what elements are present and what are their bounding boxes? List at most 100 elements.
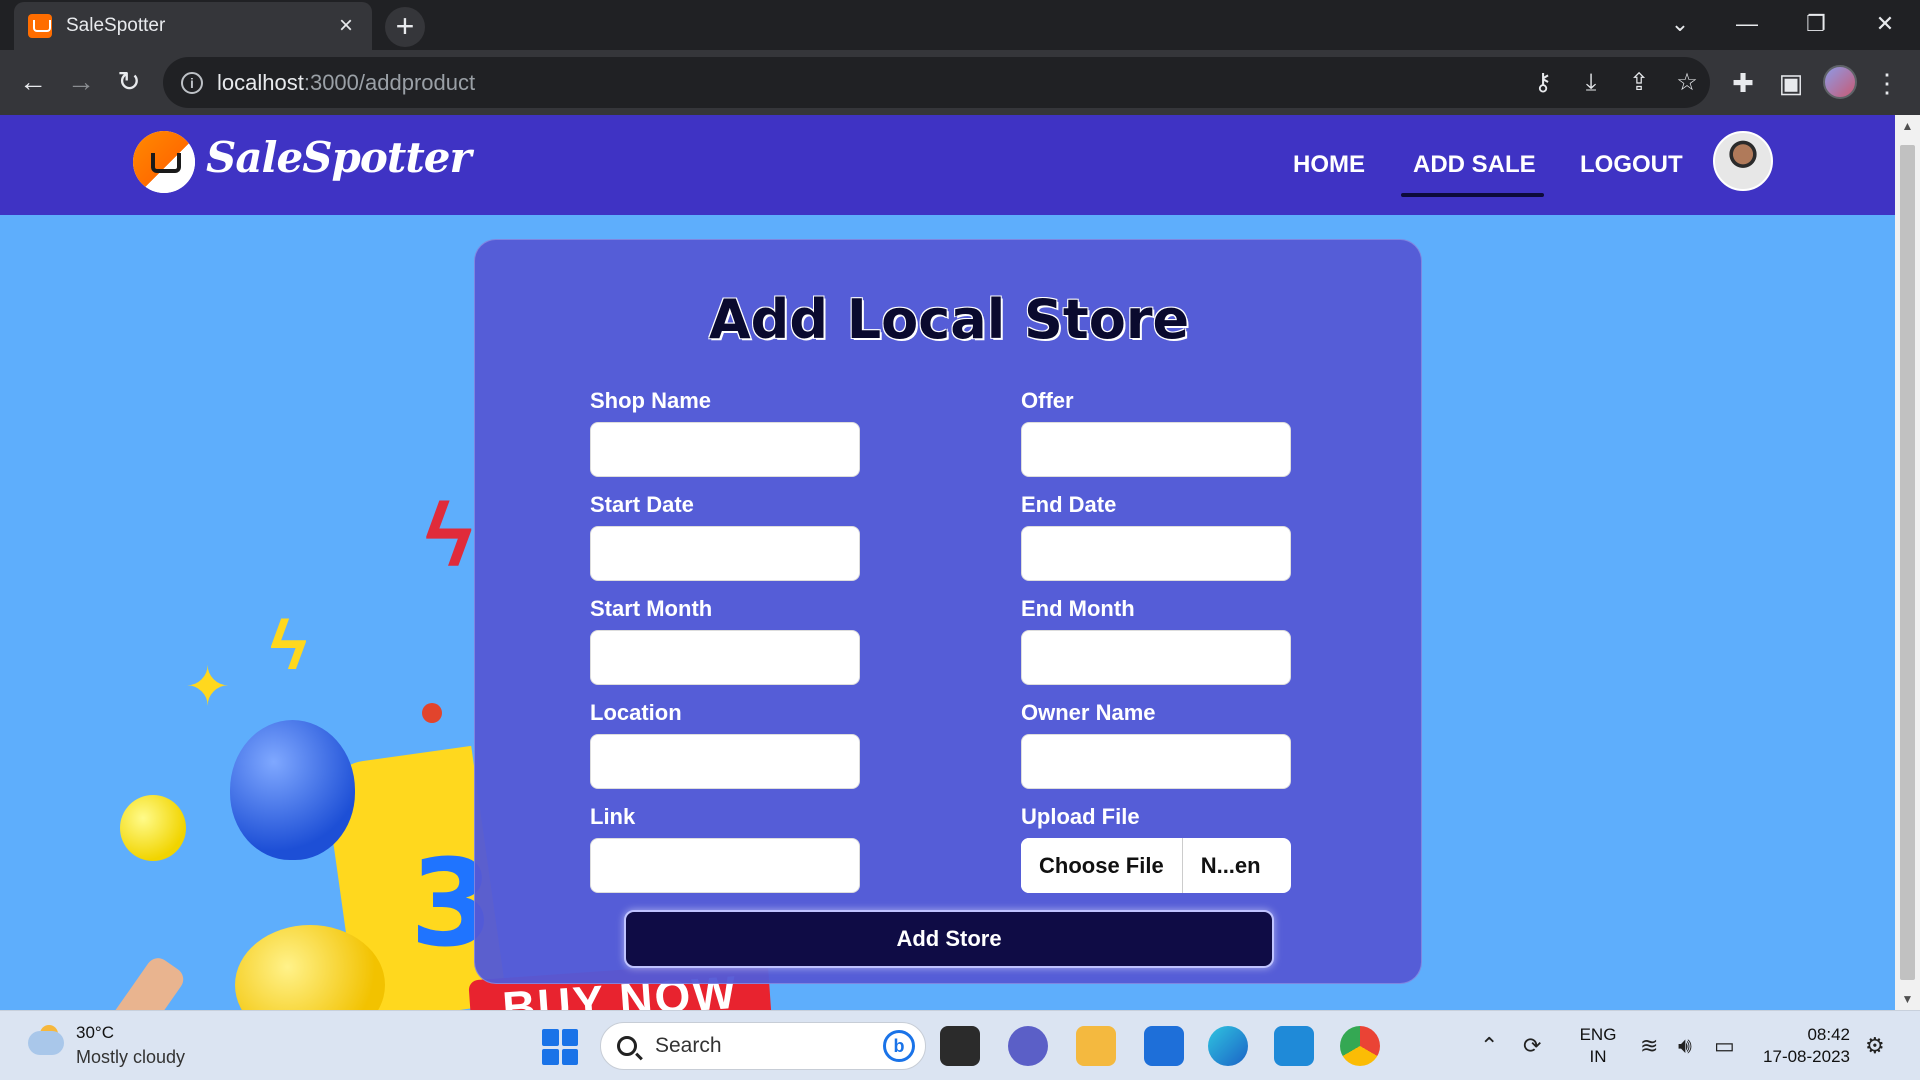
- browser-tabstrip: SaleSpotter × + ⌄ — ❐ ✕: [0, 0, 1920, 50]
- add-store-card: Add Local Store Shop Name Offer Start Da…: [474, 239, 1422, 984]
- location-group: Location: [590, 700, 860, 789]
- location-label: Location: [590, 700, 682, 725]
- share-icon[interactable]: ⇪: [1623, 67, 1655, 99]
- brand-logo-text[interactable]: SaleSpotter: [206, 133, 472, 182]
- owner-name-group: Owner Name: [1021, 700, 1291, 789]
- new-tab-button[interactable]: +: [385, 7, 425, 47]
- scroll-thumb[interactable]: [1900, 145, 1915, 980]
- end-date-input[interactable]: [1021, 526, 1291, 581]
- nav-logout-link[interactable]: LOGOUT: [1580, 151, 1683, 179]
- extensions-icon[interactable]: ✚: [1726, 66, 1760, 100]
- yellow-star-decoration: ✦: [185, 657, 231, 717]
- choose-file-button[interactable]: Choose File: [1021, 838, 1183, 893]
- language-indicator[interactable]: ENG IN: [1578, 1024, 1618, 1068]
- tab-search-icon[interactable]: ⌄: [1650, 4, 1710, 44]
- link-input[interactable]: [590, 838, 860, 893]
- bing-icon[interactable]: b: [883, 1030, 915, 1062]
- close-window-icon[interactable]: ✕: [1855, 4, 1915, 44]
- minimize-icon[interactable]: —: [1717, 4, 1777, 44]
- site-info-icon[interactable]: i: [181, 71, 203, 94]
- file-explorer-icon[interactable]: [1076, 1026, 1116, 1066]
- scroll-down-icon[interactable]: ▼: [1895, 988, 1920, 1010]
- clock-date: 17-08-2023: [1763, 1047, 1850, 1066]
- start-date-input[interactable]: [590, 526, 860, 581]
- offer-input[interactable]: [1021, 422, 1291, 477]
- address-bar[interactable]: i localhost:3000/addproduct ⚷ ⤓ ⇪ ☆: [163, 57, 1710, 108]
- tab-title: SaleSpotter: [66, 15, 166, 36]
- page-viewport: ϟ ϟ ✦ 3 BUY NOW SaleSpotter HOME ADD SAL…: [0, 115, 1895, 1010]
- start-month-input[interactable]: [590, 630, 860, 685]
- red-ribbon-decoration: ϟ: [425, 486, 473, 586]
- site-navbar: SaleSpotter HOME ADD SALE LOGOUT: [0, 115, 1895, 215]
- clock-time: 08:42: [1807, 1025, 1850, 1044]
- owner-name-input[interactable]: [1021, 734, 1291, 789]
- yellow-zigzag-decoration: ϟ: [270, 606, 308, 684]
- tray-overflow-icon[interactable]: ⌃: [1480, 1033, 1498, 1059]
- chrome-icon[interactable]: [1340, 1026, 1380, 1066]
- reload-icon[interactable]: ↻: [109, 62, 149, 102]
- notifications-icon[interactable]: ⚙︎: [1865, 1033, 1885, 1059]
- sync-icon[interactable]: ⟳: [1523, 1033, 1541, 1059]
- forward-icon[interactable]: →: [61, 62, 101, 102]
- vscode-icon[interactable]: [1274, 1026, 1314, 1066]
- windows-taskbar: 30°C Mostly cloudy Search b ⌃ ⟳ ENG IN ≋…: [0, 1010, 1920, 1080]
- end-date-group: End Date: [1021, 492, 1291, 581]
- yellow-ball-decoration: [120, 795, 186, 861]
- offer-label: Offer: [1021, 388, 1074, 413]
- scroll-up-icon[interactable]: ▲: [1895, 115, 1920, 137]
- taskbar-search[interactable]: Search b: [600, 1022, 926, 1070]
- menu-kebab-icon[interactable]: ⋮: [1870, 66, 1904, 100]
- end-date-label: End Date: [1021, 492, 1117, 517]
- bookmark-star-icon[interactable]: ☆: [1671, 67, 1703, 99]
- offer-group: Offer: [1021, 388, 1291, 477]
- add-store-button[interactable]: Add Store: [624, 910, 1274, 968]
- start-date-group: Start Date: [590, 492, 860, 581]
- password-key-icon[interactable]: ⚷: [1527, 67, 1559, 99]
- wifi-icon[interactable]: ≋: [1640, 1033, 1658, 1059]
- shop-name-label: Shop Name: [590, 388, 712, 413]
- task-view-icon[interactable]: [940, 1026, 980, 1066]
- file-upload-input[interactable]: Choose File N...en: [1021, 838, 1291, 893]
- weather-temperature[interactable]: 30°C: [76, 1023, 114, 1043]
- location-input[interactable]: [590, 734, 860, 789]
- search-icon: [617, 1036, 637, 1056]
- page-scrollbar[interactable]: ▲ ▼: [1895, 115, 1920, 1010]
- weather-cloud-icon[interactable]: [28, 1031, 64, 1055]
- url-host: localhost: [217, 69, 304, 95]
- tab-close-icon[interactable]: ×: [334, 14, 358, 38]
- url-path: :3000/addproduct: [303, 69, 476, 95]
- shop-name-group: Shop Name: [590, 388, 860, 477]
- volume-icon[interactable]: 🔊︎: [1678, 1033, 1692, 1059]
- restore-icon[interactable]: ❐: [1786, 4, 1846, 44]
- nav-home-link[interactable]: HOME: [1293, 151, 1365, 179]
- system-clock[interactable]: 08:42 17-08-2023: [1760, 1024, 1850, 1068]
- install-app-icon[interactable]: ⤓: [1575, 67, 1607, 99]
- side-panel-icon[interactable]: ▣: [1774, 66, 1808, 100]
- browser-tab[interactable]: SaleSpotter ×: [14, 2, 372, 50]
- weather-description[interactable]: Mostly cloudy: [76, 1047, 185, 1068]
- edge-browser-icon[interactable]: [1208, 1026, 1248, 1066]
- upload-file-group: Upload File Choose File N...en: [1021, 804, 1291, 893]
- windows-start-icon[interactable]: [542, 1029, 578, 1065]
- nav-add-sale-link[interactable]: ADD SALE: [1413, 151, 1536, 179]
- mail-icon[interactable]: [1144, 1026, 1184, 1066]
- stick-decoration: [92, 953, 188, 1010]
- favicon-icon: [28, 14, 52, 38]
- cart-logo-icon[interactable]: [133, 131, 195, 193]
- owner-name-label: Owner Name: [1021, 700, 1156, 725]
- active-nav-indicator: [1401, 193, 1544, 197]
- selected-file-name: N...en: [1200, 852, 1261, 878]
- red-ball-decoration: [422, 703, 442, 723]
- shop-name-input[interactable]: [590, 422, 860, 477]
- start-month-group: Start Month: [590, 596, 860, 685]
- start-month-label: Start Month: [590, 596, 713, 621]
- back-icon[interactable]: ←: [13, 62, 53, 102]
- battery-icon[interactable]: ▭: [1714, 1033, 1735, 1059]
- region-code: IN: [1589, 1047, 1607, 1066]
- profile-avatar-icon[interactable]: [1823, 65, 1857, 99]
- end-month-input[interactable]: [1021, 630, 1291, 685]
- user-avatar[interactable]: [1713, 131, 1773, 191]
- browser-toolbar: ← → ↻ i localhost:3000/addproduct ⚷ ⤓ ⇪ …: [0, 50, 1920, 115]
- teams-chat-icon[interactable]: [1008, 1026, 1048, 1066]
- link-label: Link: [590, 804, 636, 829]
